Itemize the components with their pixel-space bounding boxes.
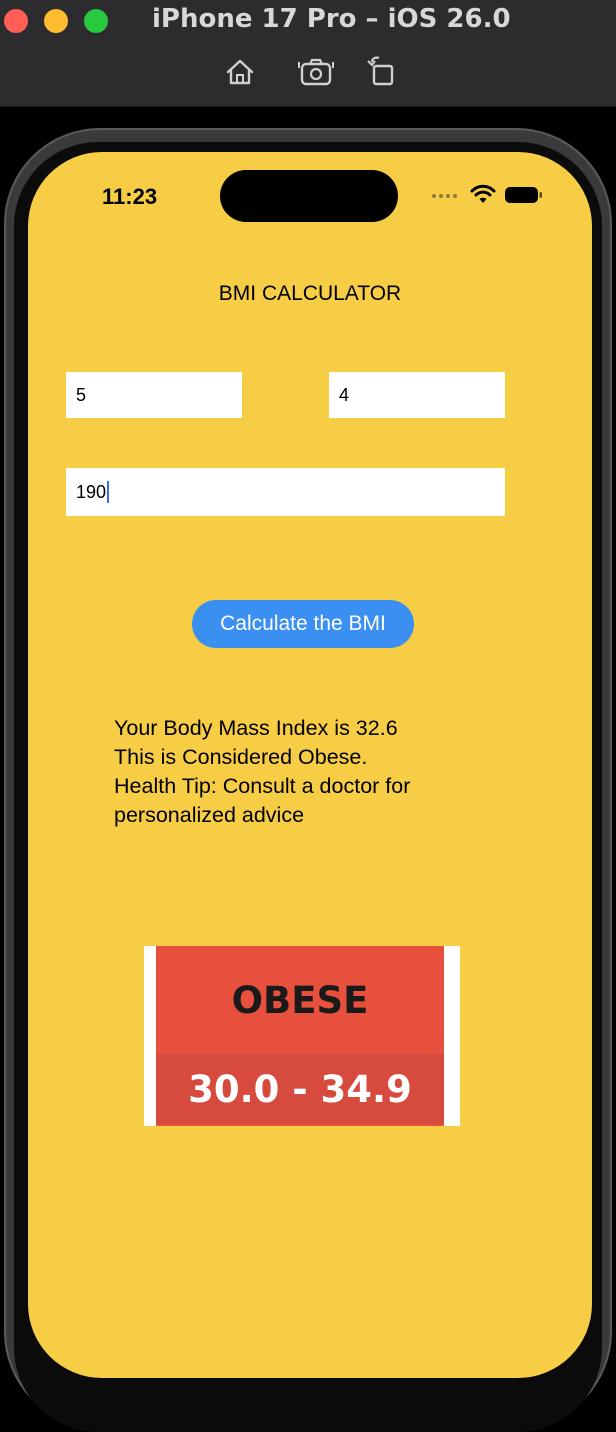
- height-inches-value: 4: [339, 384, 350, 405]
- bmi-result-text: Your Body Mass Index is 32.6 This is Con…: [114, 714, 494, 830]
- weight-value: 190: [76, 481, 107, 502]
- category-badge: OBESE 30.0 - 34.9: [156, 946, 444, 1126]
- rotate-icon[interactable]: [362, 52, 402, 92]
- height-feet-value: 5: [76, 384, 87, 405]
- battery-icon: [504, 186, 544, 204]
- screenshot-icon[interactable]: [296, 52, 336, 92]
- cellular-signal-icon: [432, 194, 457, 198]
- app-title: BMI CALCULATOR: [218, 282, 402, 305]
- zoom-window-button[interactable]: [84, 9, 108, 33]
- result-line: This is Considered Obese.: [114, 745, 368, 769]
- calculate-bmi-button[interactable]: Calculate the BMI: [192, 600, 414, 648]
- bmi-category-image: OBESE 30.0 - 34.9: [144, 946, 460, 1126]
- height-inches-input[interactable]: 4: [329, 372, 505, 418]
- category-range: 30.0 - 34.9: [156, 1054, 444, 1124]
- result-line: Your Body Mass Index is 32.6: [114, 716, 398, 740]
- home-icon[interactable]: [220, 52, 260, 92]
- window-title: iPhone 17 Pro – iOS 26.0: [152, 4, 511, 34]
- result-line: personalized advice: [114, 803, 305, 827]
- dynamic-island: [220, 170, 398, 222]
- app-screen: 11:23 BMI CALCULATOR 5 4 190 Calculate t…: [28, 152, 592, 1378]
- category-label: OBESE: [231, 978, 369, 1022]
- text-cursor: [107, 481, 110, 503]
- simulator-titlebar: iPhone 17 Pro – iOS 26.0: [0, 0, 616, 107]
- weight-input[interactable]: 190: [66, 468, 505, 516]
- close-window-button[interactable]: [4, 9, 28, 33]
- result-line: Health Tip: Consult a doctor for: [114, 774, 411, 798]
- status-time: 11:23: [102, 184, 158, 209]
- minimize-window-button[interactable]: [44, 9, 68, 33]
- height-feet-input[interactable]: 5: [66, 372, 242, 418]
- wifi-icon: [470, 182, 496, 206]
